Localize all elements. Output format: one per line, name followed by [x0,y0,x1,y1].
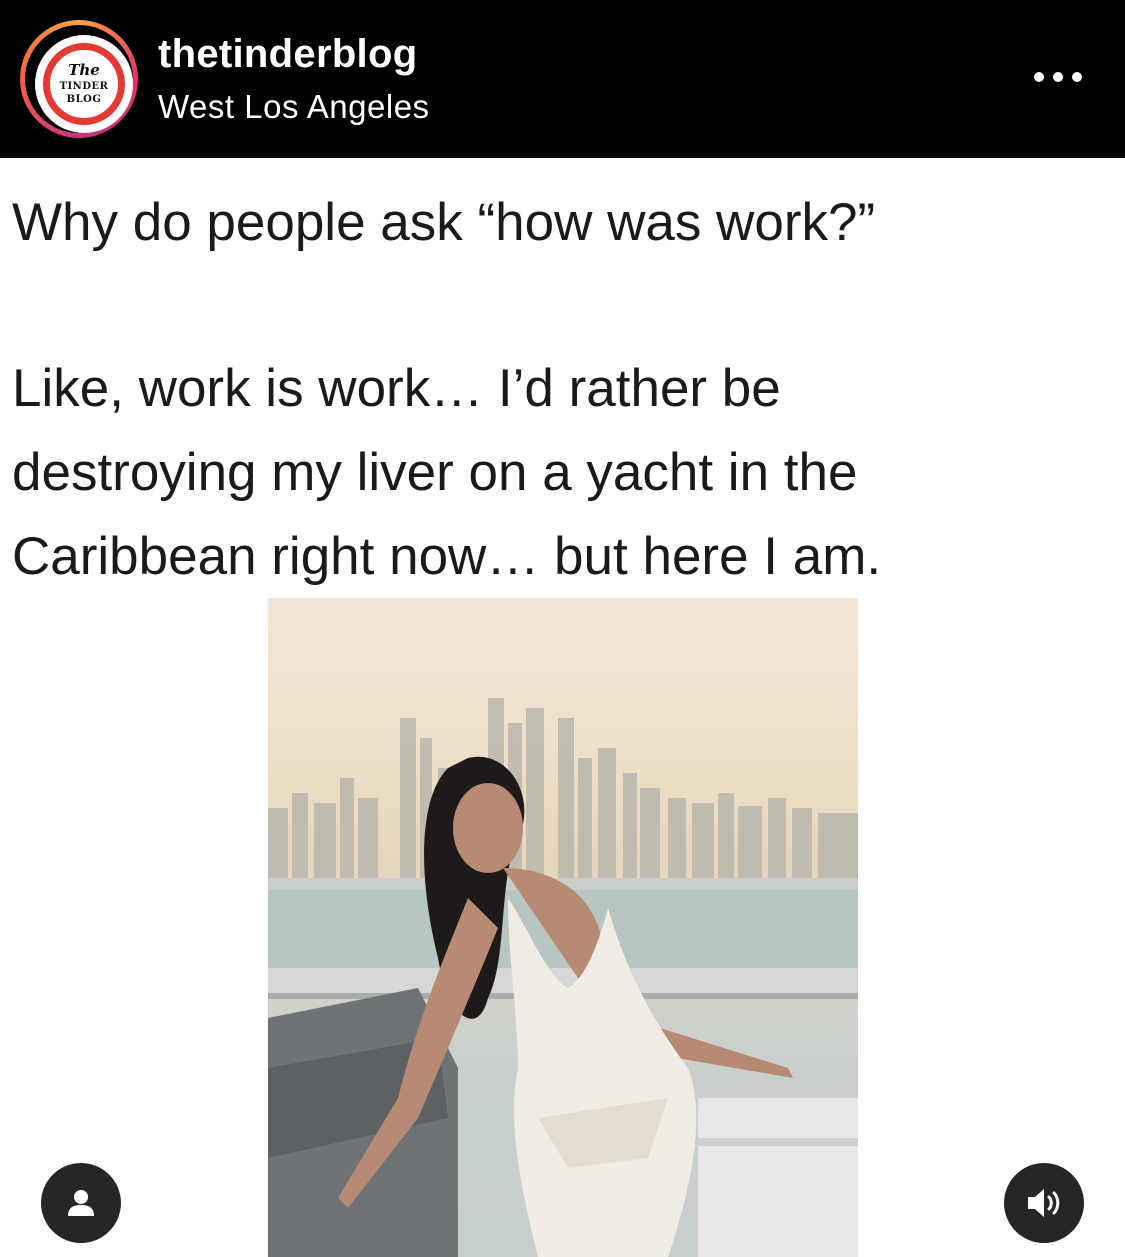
username-link[interactable]: thetinderblog [158,32,417,77]
more-options-icon[interactable] [1028,62,1088,92]
user-icon [68,1190,94,1216]
more-dot [1053,72,1063,82]
post-header: The TINDER BLOG thetinderblog West Los A… [0,0,1125,158]
caption-line: Caribbean right now… but here I am. [12,527,882,586]
more-dot [1034,72,1044,82]
caption-line: Why do people ask “how was work?” [12,193,876,252]
avatar-logo: The TINDER BLOG [35,35,133,133]
speaker-icon [1028,1189,1060,1217]
sound-toggle-button[interactable] [1004,1163,1084,1243]
avatar-gap: The TINDER BLOG [25,25,133,133]
post-photo[interactable] [268,598,858,1257]
location-link[interactable]: West Los Angeles [158,88,430,126]
avatar[interactable]: The TINDER BLOG [20,20,138,138]
logo-text-the: The [68,61,100,79]
photo-illustration [268,698,858,1257]
logo-text-tinder: TINDER [59,81,109,92]
more-dot [1072,72,1082,82]
caption-line: destroying my liver on a yacht in the [12,443,858,502]
tagged-users-button[interactable] [41,1163,121,1243]
caption-line: Like, work is work… I’d rather be [12,359,781,418]
logo-text-blog: BLOG [66,94,102,105]
